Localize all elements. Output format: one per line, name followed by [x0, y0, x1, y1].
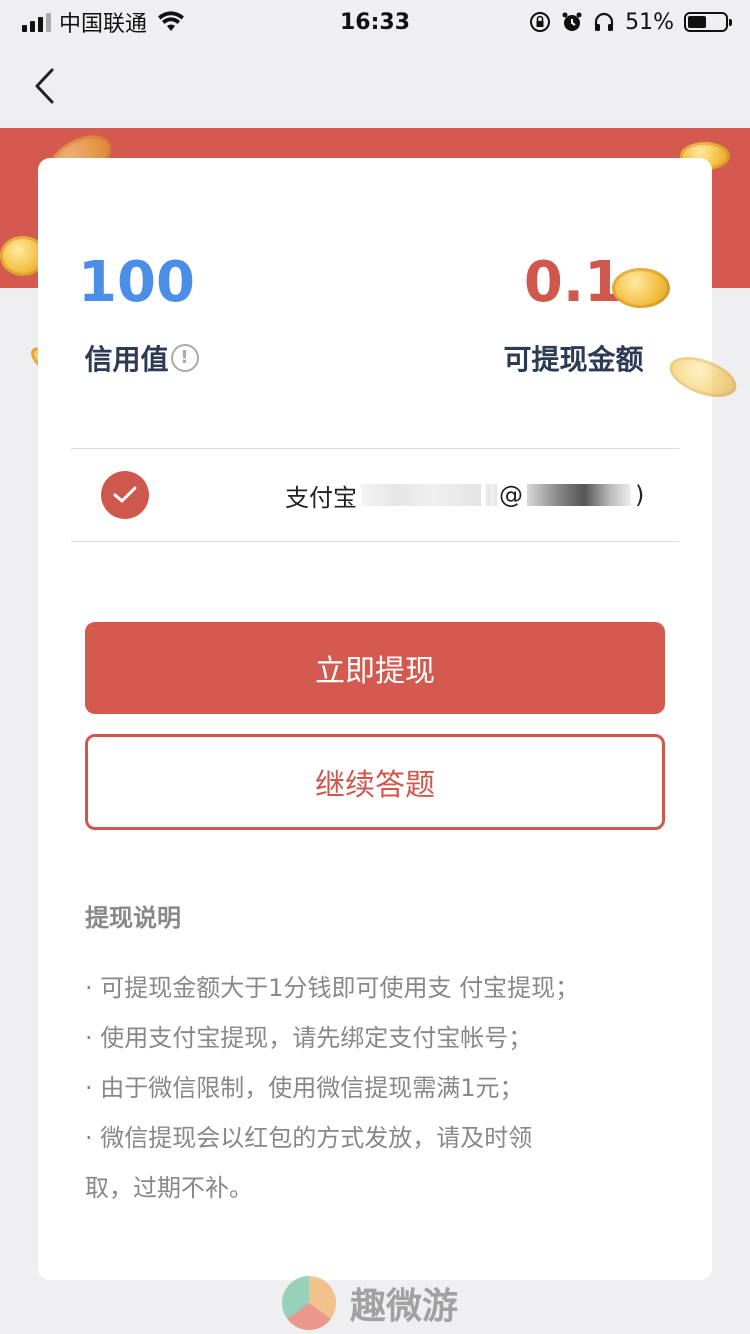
note-item: · 使用支付宝提现，请先绑定支付宝帐号； [85, 1024, 533, 1052]
stats-row: 100 信用值 ! 0.1 可提现金额 [38, 248, 712, 378]
account-info: 支付宝 @ ) [285, 478, 644, 513]
headphones-icon [593, 11, 615, 33]
note-item: · 由于微信限制，使用微信提现需满1元； [85, 1074, 524, 1102]
rotation-lock-icon [529, 11, 551, 33]
selected-checkmark-icon[interactable] [101, 471, 149, 519]
withdraw-now-button[interactable]: 立即提现 [85, 622, 665, 714]
note-item: · 微信提现会以红包的方式发放，请及时领 [85, 1124, 533, 1152]
coin-decoration [612, 268, 670, 308]
account-open-paren: @ [499, 481, 523, 509]
battery-icon [684, 12, 732, 32]
wifi-icon [157, 11, 185, 33]
credit-label: 信用值 [84, 343, 169, 376]
account-close-paren: ) [635, 481, 645, 509]
status-bar: 中国联通 16:33 51% [0, 0, 750, 44]
note-item: · 可提现金额大于1分钱即可使用支 付宝提现； [85, 974, 580, 1002]
account-provider-label: 支付宝 [285, 483, 357, 512]
watermark-text: 趣微游 [350, 1286, 459, 1327]
masked-account-name [361, 484, 481, 506]
info-icon[interactable]: ! [170, 344, 199, 372]
battery-percent: 51% [625, 9, 674, 35]
continue-quiz-button[interactable]: 继续答题 [85, 734, 665, 830]
watermark-logo-icon [282, 1276, 336, 1330]
carrier-name: 中国联通 [59, 12, 148, 37]
credit-label-row: 信用值 ! [0, 338, 375, 378]
watermark: 趣微游 [282, 1276, 458, 1330]
withdraw-card: 100 信用值 ! 0.1 可提现金额 支付宝 @ ) 立即提现 继续答题 提现… [38, 158, 712, 1280]
withdraw-notes: 提现说明 · 可提现金额大于1分钱即可使用支 付宝提现； · 使用支付宝提现，请… [85, 898, 665, 1213]
masked-account-name [485, 484, 497, 506]
masked-account-id [527, 484, 631, 506]
note-item: 取，过期不补。 [85, 1174, 253, 1202]
withdrawable-stat: 0.1 可提现金额 [375, 248, 712, 378]
notes-title: 提现说明 [85, 904, 181, 932]
alarm-icon [561, 11, 583, 33]
back-button[interactable] [24, 64, 64, 108]
payment-account-row[interactable]: 支付宝 @ ) [71, 448, 679, 542]
signal-icon [22, 12, 51, 32]
credit-stat: 100 信用值 ! [38, 248, 375, 378]
credit-value: 100 [78, 250, 195, 315]
withdrawable-value: 0.1 [523, 250, 624, 315]
nav-bar [0, 44, 750, 128]
chevron-left-icon [35, 68, 54, 104]
